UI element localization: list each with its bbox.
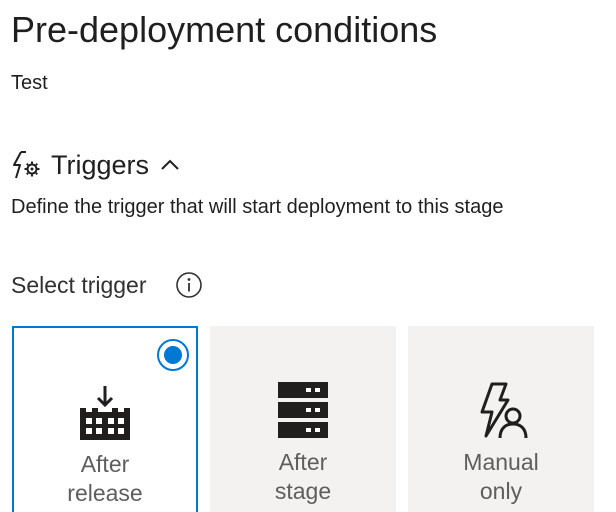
triggers-title: Triggers bbox=[51, 150, 150, 180]
trigger-option-label: Manual only bbox=[463, 449, 539, 504]
trigger-option-manual-only[interactable]: Manual only bbox=[408, 326, 594, 512]
select-trigger-label: Select trigger bbox=[11, 272, 147, 298]
trigger-option-label: After stage bbox=[274, 449, 332, 504]
manual-only-icon bbox=[480, 382, 528, 439]
info-icon[interactable] bbox=[175, 271, 203, 299]
chevron-up-icon[interactable] bbox=[159, 154, 181, 176]
trigger-option-after-stage[interactable]: After stage bbox=[210, 326, 396, 512]
after-stage-icon bbox=[278, 382, 328, 438]
triggers-section-header[interactable]: Triggers bbox=[11, 146, 181, 184]
radio-selected-icon[interactable] bbox=[156, 338, 190, 372]
select-trigger-row: Select trigger bbox=[11, 268, 203, 302]
stage-name: Test bbox=[11, 72, 48, 94]
page-title: Pre-deployment conditions bbox=[11, 9, 438, 50]
trigger-option-label: After release bbox=[67, 451, 143, 506]
trigger-option-after-release[interactable]: After release bbox=[12, 326, 198, 512]
after-release-icon bbox=[80, 386, 130, 440]
trigger-icon bbox=[13, 151, 40, 179]
triggers-description: Define the trigger that will start deplo… bbox=[11, 196, 504, 218]
pre-deployment-conditions-panel: Pre-deployment conditions Test Triggers … bbox=[0, 0, 616, 512]
